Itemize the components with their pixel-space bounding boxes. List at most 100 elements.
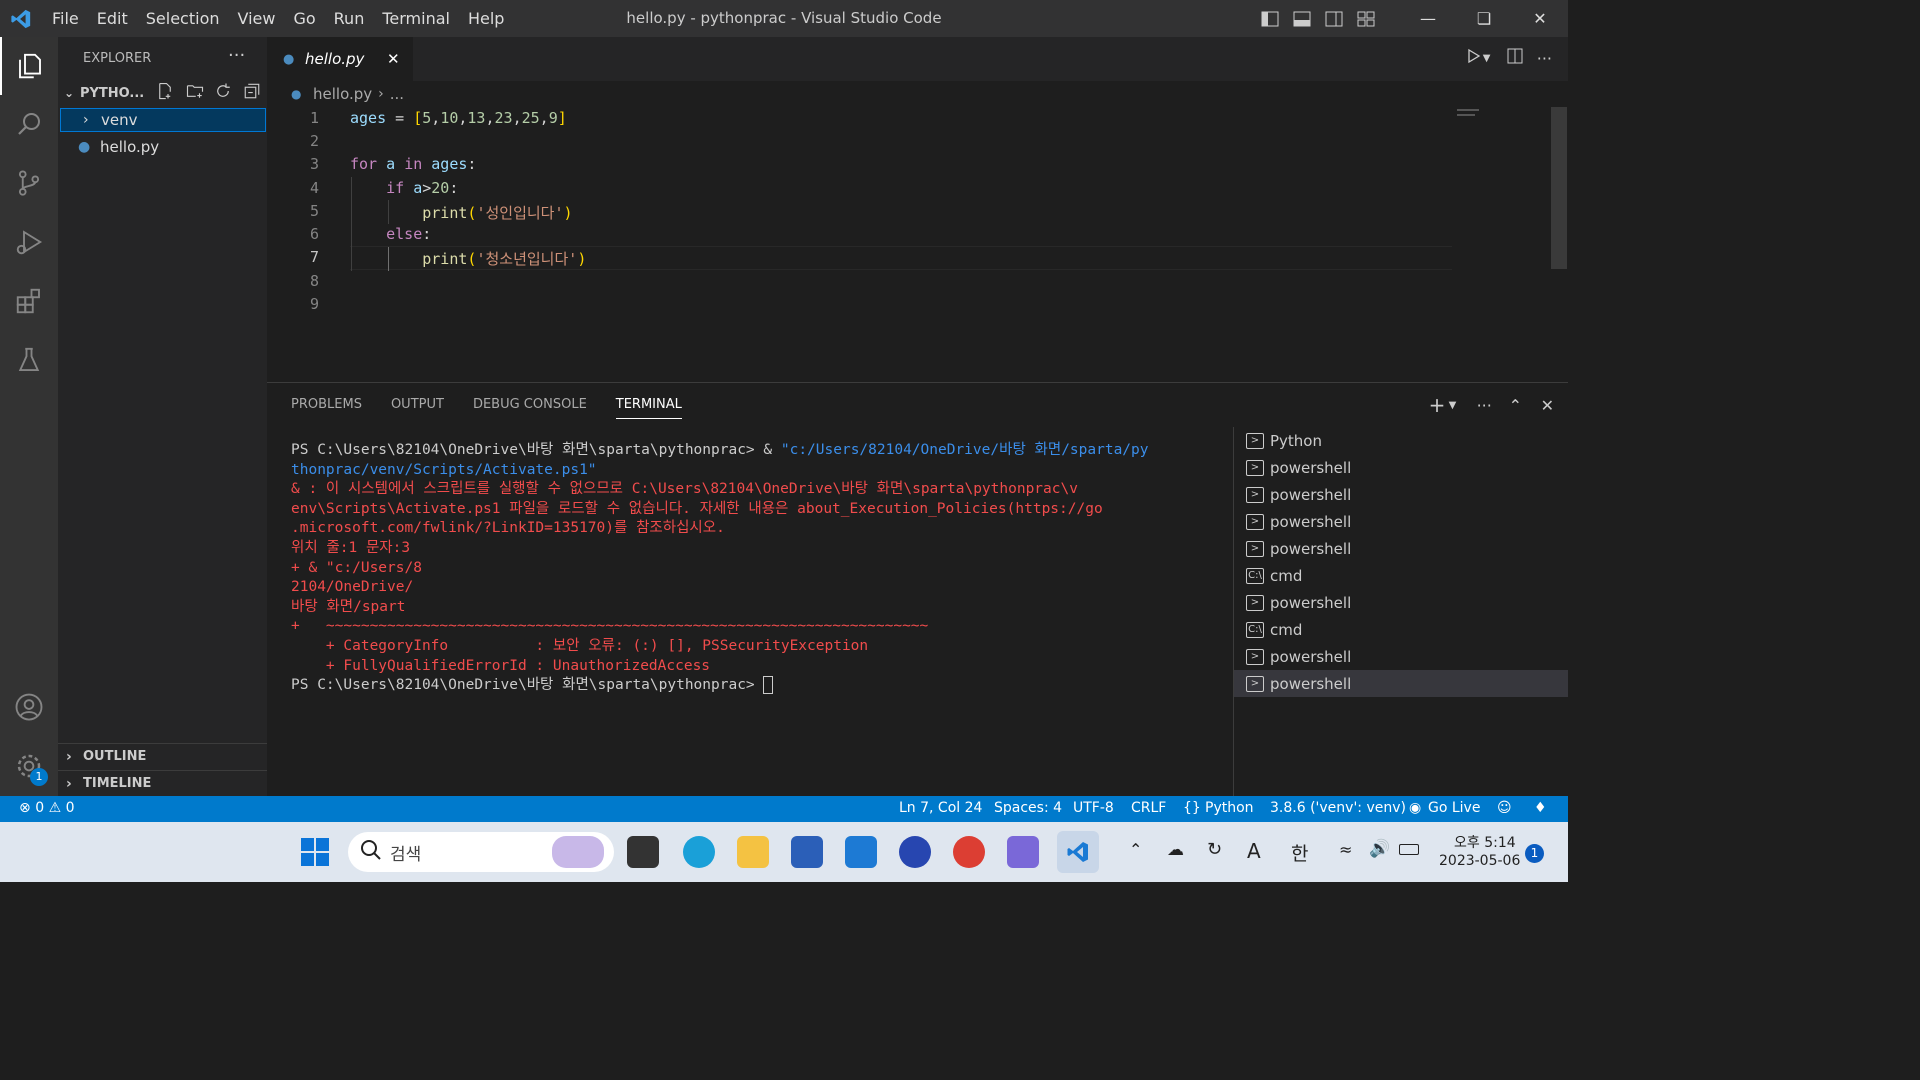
vscode-logo-icon[interactable] [10,8,32,34]
collapse-all-icon[interactable] [243,82,267,104]
tree-item-venv[interactable]: › venv [60,108,266,132]
menu-selection[interactable]: Selection [146,9,220,28]
refresh-icon[interactable] [214,82,243,104]
microsoft-store-icon[interactable] [791,836,823,868]
extensions-icon[interactable] [0,272,58,330]
tree-item-hello-py[interactable]: ● hello.py [60,135,266,159]
run-dropdown-chevron-icon[interactable]: ▼ [1483,53,1507,64]
clock-time[interactable]: 오후 5:14 [1454,832,1516,852]
edge-browser-icon[interactable] [683,836,715,868]
terminal-session-powershell[interactable]: > powershell [1234,481,1568,508]
toggle-sidebar-icon[interactable] [1254,0,1286,37]
source-control-icon[interactable] [0,154,58,212]
split-editor-icon[interactable] [1507,48,1537,68]
terminal-session-powershell[interactable]: > powershell [1234,589,1568,616]
accounts-icon[interactable] [0,678,58,736]
battery-icon[interactable] [1399,844,1419,855]
toggle-secondary-sidebar-icon[interactable] [1318,0,1350,37]
tab-terminal[interactable]: TERMINAL [615,397,682,419]
more-actions-icon[interactable]: ··· [228,45,245,66]
maximize-panel-chevron-up-icon[interactable]: ⌃ [1509,396,1541,415]
menu-terminal[interactable]: Terminal [382,9,450,28]
new-file-icon[interactable] [156,82,185,104]
toggle-panel-icon[interactable] [1286,0,1318,37]
customize-layout-icon[interactable] [1350,0,1382,37]
cursor-position[interactable]: Ln 7, Col 24 [899,800,982,816]
terminal-line: + ~~~~~~~~~~~~~~~~~~~~~~~~~~~~~~~~~~~~~~… [291,617,1221,637]
cmd-terminal-icon: C:\ [1246,567,1264,584]
run-debug-icon[interactable] [0,213,58,271]
restore-button[interactable]: ❏ [1456,0,1512,37]
app-icon[interactable] [899,836,931,868]
close-tab-icon[interactable]: ✕ [387,50,400,68]
tab-problems[interactable]: PROBLEMS [291,397,362,419]
windows-start-icon[interactable] [299,836,331,868]
notifications-bell-icon[interactable]: ♦ [1534,800,1547,816]
indentation[interactable]: Spaces: 4 [994,800,1062,816]
search-icon[interactable] [0,95,58,153]
new-terminal-plus-icon[interactable]: + [1429,393,1449,417]
tab-debug-console[interactable]: DEBUG CONSOLE [473,397,587,419]
editor-more-icon[interactable]: ··· [1537,49,1552,68]
terminal-session-powershell[interactable]: > powershell [1234,508,1568,535]
terminal-session-Python[interactable]: > Python [1234,427,1568,454]
vscode-taskbar-icon[interactable] [1057,831,1099,873]
encoding[interactable]: UTF-8 [1073,800,1114,816]
clock-date[interactable]: 2023-05-06 [1439,853,1520,869]
terminal-dropdown-chevron-icon[interactable]: ▼ [1449,400,1477,411]
workspace-folder-header[interactable]: ⌄ PYTHO... [64,82,267,104]
python-interpreter[interactable]: 3.8.6 ('venv': venv) [1270,800,1406,816]
panel-more-icon[interactable]: ··· [1477,396,1509,415]
copilot-icon[interactable] [1007,836,1039,868]
testing-flask-icon[interactable] [0,331,58,389]
go-live-button[interactable]: Go Live [1428,800,1480,816]
editor-scrollbar[interactable] [1551,107,1567,269]
task-view-icon[interactable] [627,836,659,868]
menu-go[interactable]: Go [293,9,315,28]
mail-icon[interactable] [845,836,877,868]
manage-gear-icon[interactable]: 1 [0,737,58,795]
menu-run[interactable]: Run [334,9,365,28]
minimap[interactable] [1457,107,1487,117]
explorer-icon[interactable] [0,37,58,95]
onedrive-cloud-icon[interactable]: ☁ [1167,840,1184,860]
terminal-session-cmd[interactable]: C:\ cmd [1234,562,1568,589]
wifi-icon[interactable]: ≈ [1339,840,1352,859]
breadcrumb-symbol[interactable]: ... [390,85,404,103]
file-explorer-icon[interactable] [737,836,769,868]
feedback-icon[interactable]: ☺ [1497,800,1512,816]
terminal-output[interactable]: PS C:\Users\82104\OneDrive\바탕 화면\sparta\… [291,441,1221,696]
chrome-browser-icon[interactable] [953,836,985,868]
ime-mode[interactable]: A [1247,839,1261,863]
show-hidden-icons-chevron-icon[interactable]: ⌃ [1129,840,1142,859]
menu-file[interactable]: File [52,9,79,28]
breadcrumb-file[interactable]: hello.py [313,85,372,103]
menu-edit[interactable]: Edit [97,9,128,28]
terminal-session-powershell[interactable]: > powershell [1234,670,1568,697]
minimize-button[interactable]: — [1400,0,1456,37]
menu-view[interactable]: View [238,9,276,28]
sync-icon[interactable]: ↻ [1207,839,1222,860]
outline-section[interactable]: › OUTLINE [58,743,267,769]
new-folder-icon[interactable] [185,82,214,104]
terminal-line: PS C:\Users\82104\OneDrive\바탕 화면\sparta\… [291,441,1221,461]
end-of-line[interactable]: CRLF [1131,800,1166,816]
volume-icon[interactable]: 🔊 [1369,839,1390,859]
ime-hangul[interactable]: 한 [1291,839,1308,866]
taskbar-search[interactable]: 검색 [348,832,614,872]
tab-output[interactable]: OUTPUT [391,397,444,419]
tab-hello-py[interactable]: ● hello.py ✕ [267,37,413,81]
close-window-button[interactable]: ✕ [1512,0,1568,37]
terminal-session-powershell[interactable]: > powershell [1234,454,1568,481]
language-mode[interactable]: Python [1205,800,1254,816]
run-python-file-icon[interactable] [1465,48,1483,68]
notification-badge[interactable]: 1 [1525,844,1544,863]
problems-status[interactable]: ⊗ 0 ⚠ 0 [19,800,75,816]
menu-help[interactable]: Help [468,9,504,28]
terminal-session-powershell[interactable]: > powershell [1234,535,1568,562]
terminal-session-cmd[interactable]: C:\ cmd [1234,616,1568,643]
terminal-session-powershell[interactable]: > powershell [1234,643,1568,670]
timeline-section[interactable]: › TIMELINE [58,770,267,796]
close-panel-icon[interactable]: ✕ [1541,396,1554,415]
code-editor[interactable]: 1 2 3 4 5 6 7 8 9 ages = [5,10,13,23,25,… [267,107,1568,381]
